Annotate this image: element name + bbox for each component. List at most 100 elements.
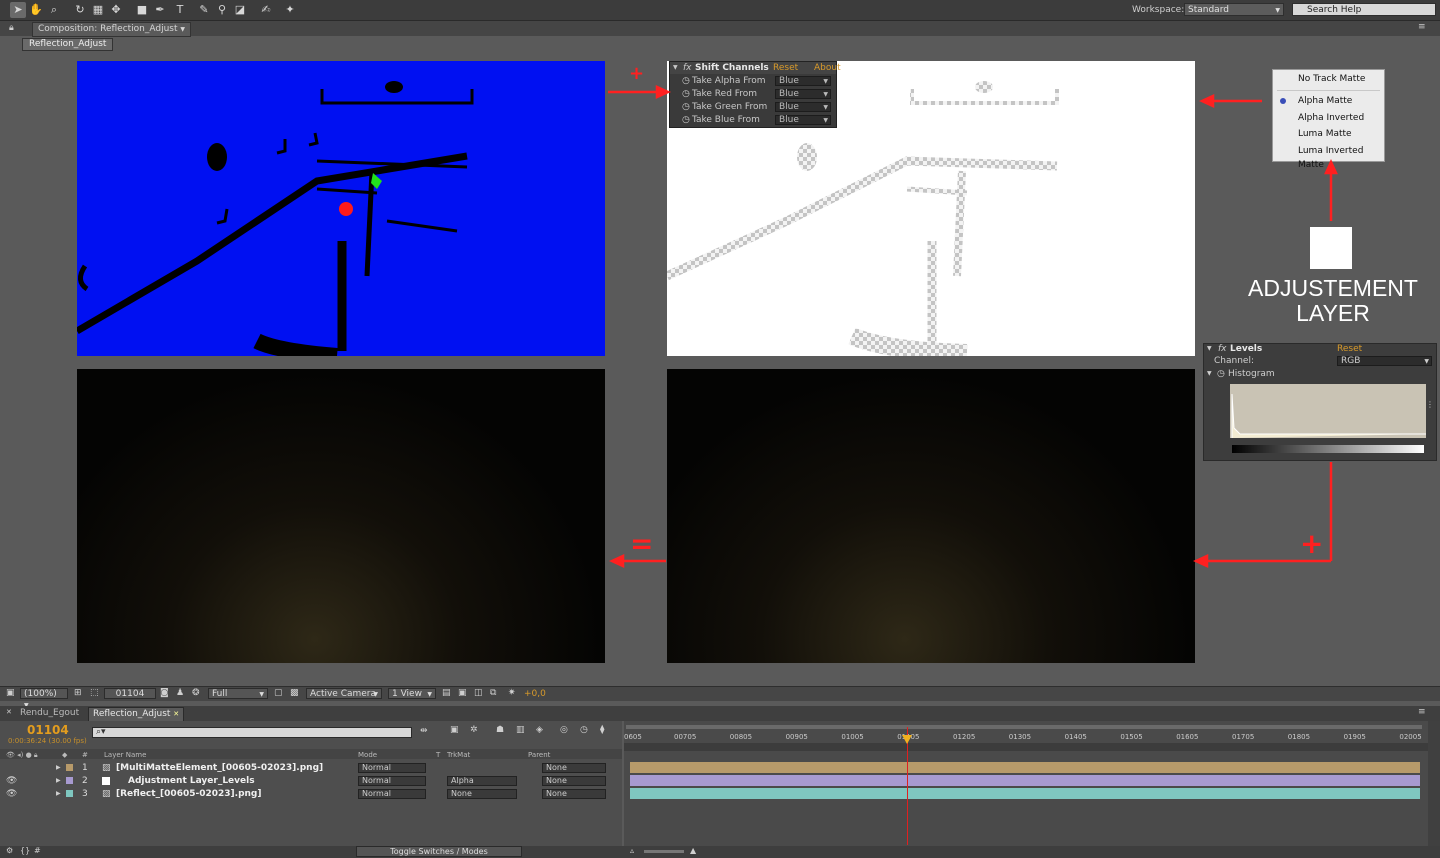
chevron-down-icon: ▼ [427,691,432,698]
tab-rendu-egout[interactable]: Rendu_Egout [16,707,83,720]
layer-trkmat-select[interactable]: Alpha [447,776,517,786]
timeline-tab-bar: ✕ Rendu_Egout Reflection_Adjust ✕ ≡ [0,706,1440,722]
show-snapshot-icon[interactable]: ♟ [176,688,184,698]
trkmat-header[interactable]: TrkMat [447,751,470,759]
layer-mode-select[interactable]: Normal [358,776,426,786]
label-color-swatch[interactable] [66,777,73,784]
playhead-handle[interactable] [902,735,912,744]
layer-bar-1[interactable] [630,762,1420,773]
draft-3d-icon[interactable]: ✲ [470,725,478,735]
layer-parent-select[interactable]: None [542,789,606,799]
chevron-down-icon: ▼ [259,691,264,698]
current-time-field[interactable]: 01104 [104,688,156,699]
ruler-tick-label: 01505 [1120,733,1143,741]
ruler-tick-label: 01305 [1008,733,1032,741]
t-header[interactable]: T [436,751,440,759]
label-color-swatch[interactable] [66,790,73,797]
ruler-tick-label: 00805 [729,733,753,741]
fast-preview-icon[interactable]: ▣ [458,688,467,698]
playhead-line[interactable] [907,727,908,845]
layer-list-panel: 01104 0:00:36:24 (30.00 fps) ⌕▾ ⇹ ▣ ✲ ☗ … [0,721,622,850]
snapshot-icon[interactable]: ◙ [160,688,169,698]
comp-mini-flowchart-icon[interactable]: ⇹ [420,726,428,736]
layer-name[interactable]: [Reflect_[00605-02023].png] [116,788,261,800]
time-ruler[interactable] [624,743,1428,751]
layer-name[interactable]: Adjustment Layer_Levels [128,775,255,787]
mask-toggle-icon[interactable]: ⬚ [90,688,99,698]
number-column-header: # [82,751,88,759]
ruler-tick-label: 00905 [785,733,808,741]
ruler-tick-label: 01805 [1287,733,1311,741]
equals-sign: = [630,527,654,560]
expand-triangle-icon[interactable]: ▶ [56,762,61,774]
timeline-scrollbar[interactable] [1428,721,1440,850]
hide-shy-layers-icon[interactable]: ☗ [496,725,504,735]
layer-parent-select[interactable]: None [542,763,606,773]
layer-search-input[interactable]: ⌕▾ [92,727,412,738]
label-color-swatch[interactable] [66,764,73,771]
flowchart-icon[interactable]: ⧉ [490,688,496,698]
av-features-icons: 👁︎ ◂) ● 🔒︎ [6,751,38,759]
close-icon[interactable]: ✕ [6,708,12,716]
parent-header[interactable]: Parent [528,751,550,759]
graph-editor-icon[interactable]: ◎ [560,725,568,735]
zoom-out-icon[interactable]: ▵ [630,846,634,855]
time-zoom-slider[interactable] [644,850,684,853]
pixel-aspect-icon[interactable]: ▤ [442,688,451,698]
expand-triangle-icon[interactable]: ▶ [56,775,61,787]
expand-switches-icon[interactable]: {} [20,846,30,855]
ruler-tick-label: 00705 [674,733,697,741]
motion-blur-icon[interactable]: ◈ [536,725,543,735]
layer-mode-select[interactable]: Normal [358,763,426,773]
tab-reflection-adjust[interactable]: Reflection_Adjust ✕ [88,707,185,722]
layer-number: 2 [82,776,88,786]
exposure-value[interactable]: +0,0 [524,689,546,699]
comp-settings-icon[interactable]: ⚙ [6,846,13,855]
camera-select[interactable]: Active Camera ▼ [306,688,382,699]
mode-header[interactable]: Mode [358,751,377,759]
work-area-bar[interactable] [626,725,1422,729]
frame-blending-icon[interactable]: ▥ [516,725,525,735]
safe-zones-icon[interactable]: ⊞ [74,688,82,698]
layer-trkmat-select[interactable]: None [447,789,517,799]
layer-row-3[interactable]: 👁︎ ▶ 3 ▨ [Reflect_[00605-02023].png] Nor… [0,788,622,800]
layer-name[interactable]: [MultiMatteElement_[00605-02023].png] [116,762,323,774]
viewer-control-bar: ▣ (100%) ▼ ⊞ ⬚ 01104 ◙ ♟ ❂ Full ▼ ▢ ▩ Act… [0,686,1440,709]
layer-row-2[interactable]: 👁︎ ▶ 2 Adjustment Layer_Levels Normal Al… [0,775,622,787]
layer-bar-3[interactable] [630,788,1420,799]
timeline-timecode[interactable]: 01104 [27,723,69,737]
expand-transfer-icon[interactable]: # [34,846,41,855]
layer-name-header[interactable]: Layer Name [104,751,146,759]
always-preview-icon[interactable]: ▣ [6,688,15,698]
layer-row-1[interactable]: ▶ 1 ▨ [MultiMatteElement_[00605-02023].p… [0,762,622,774]
timeline-icon[interactable]: ◫ [474,688,483,698]
keyframe-icon[interactable]: ⧫ [600,725,604,735]
region-of-interest-icon[interactable]: ▢ [274,688,283,698]
layer-bar-2[interactable] [630,775,1420,786]
visibility-eye-icon[interactable]: 👁︎ [6,788,17,800]
transparency-grid-icon[interactable]: ▩ [290,688,299,698]
panel-menu-icon[interactable]: ≡ [1418,707,1426,717]
annotation-arrows [608,85,1338,568]
ruler-tick-label: 01205 [953,733,976,741]
adjustment-layer-icon [102,777,110,785]
ruler-tick-label: 0605 [624,733,642,741]
layer-number: 1 [82,763,88,773]
timeline-subtimecode: 0:00:36:24 (30.00 fps) [8,737,87,745]
ruler-tick-label: 01405 [1064,733,1087,741]
color-channels-icon[interactable]: ❂ [192,688,200,698]
timeline-bottom-bar: ⚙ {} # Toggle Switches / Modes ▵ ▲ [0,846,1440,858]
resolution-select[interactable]: Full ▼ [208,688,268,699]
zoom-in-icon[interactable]: ▲ [690,846,696,855]
live-update-icon[interactable]: ▣ [450,725,459,735]
close-icon[interactable]: ✕ [173,710,179,718]
reset-exposure-icon[interactable]: ✷ [508,688,516,698]
layer-parent-select[interactable]: None [542,776,606,786]
visibility-eye-icon[interactable]: 👁︎ [6,775,17,787]
zoom-select[interactable]: (100%) ▼ [20,688,68,709]
expand-triangle-icon[interactable]: ▶ [56,788,61,800]
brainstorm-icon[interactable]: ◷ [580,725,588,735]
layer-mode-select[interactable]: Normal [358,789,426,799]
view-layout-select[interactable]: 1 View ▼ [388,688,436,699]
toggle-switches-modes-button[interactable]: Toggle Switches / Modes [356,846,522,857]
